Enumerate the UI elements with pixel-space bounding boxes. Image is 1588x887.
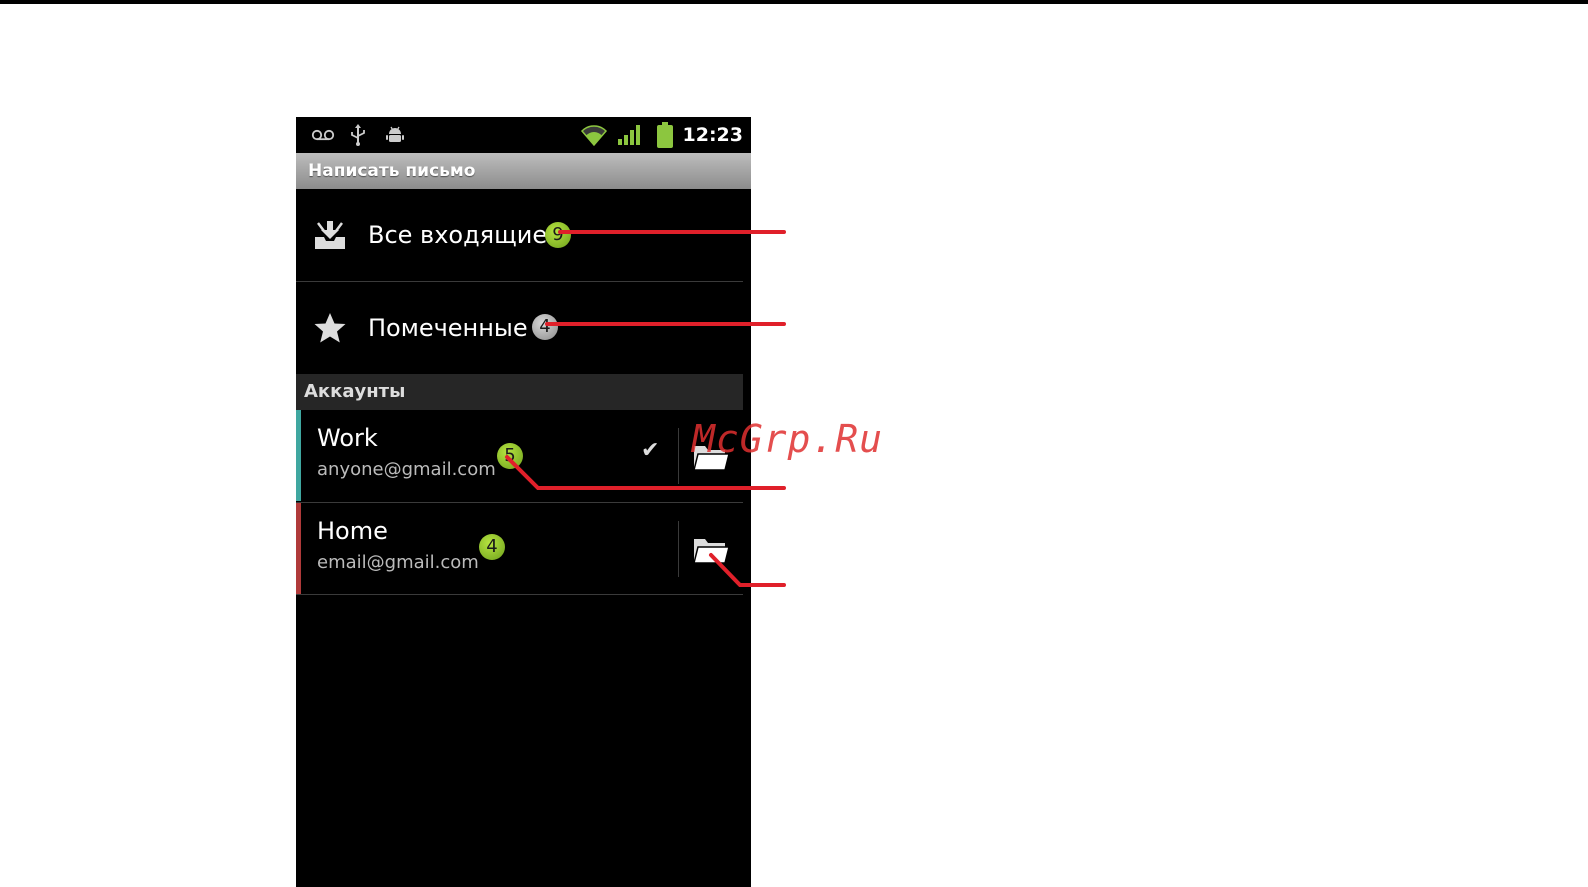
starred-count-badge: 4 <box>532 314 558 340</box>
inbox-icon <box>312 217 348 253</box>
account-row-home[interactable]: Home email@gmail.com 4 <box>296 503 743 594</box>
combined-inbox-label: Все входящие <box>368 221 548 249</box>
clock: 12:23 <box>682 124 743 146</box>
accounts-section-header: Аккаунты <box>296 374 743 410</box>
title-bar: Написать письмо <box>296 153 751 189</box>
account-email: anyone@gmail.com <box>317 459 496 480</box>
check-icon: ✔ <box>641 438 660 463</box>
accounts-header-label: Аккаунты <box>304 381 406 402</box>
separator <box>678 428 679 484</box>
wifi-icon <box>579 117 609 153</box>
android-debug-icon <box>384 117 406 153</box>
account-unread-badge: 4 <box>479 534 505 560</box>
watermark: McGrp.Ru <box>692 417 884 461</box>
phone-screen: 12:23 Написать письмо Все входящие 9 Пом… <box>296 117 751 887</box>
starred-label: Помеченные <box>368 314 528 342</box>
account-color-stripe <box>296 410 301 501</box>
page-title: Написать письмо <box>308 161 476 181</box>
account-row-work[interactable]: Work anyone@gmail.com 5 ✔ <box>296 410 743 501</box>
top-border <box>0 0 1588 4</box>
voicemail-icon <box>310 117 336 153</box>
divider <box>296 594 743 595</box>
folder-icon[interactable] <box>691 529 731 569</box>
separator <box>678 521 679 577</box>
account-name: Home <box>317 517 388 545</box>
account-color-stripe <box>296 503 301 594</box>
star-icon <box>312 310 348 346</box>
starred-row[interactable]: Помеченные 4 <box>296 282 743 374</box>
status-bar: 12:23 <box>296 117 751 153</box>
account-name: Work <box>317 424 378 452</box>
battery-icon <box>654 117 676 153</box>
account-email: email@gmail.com <box>317 552 479 573</box>
account-unread-badge: 5 <box>497 443 523 469</box>
usb-icon <box>348 117 368 153</box>
unread-count-badge: 9 <box>545 222 571 248</box>
signal-icon <box>616 117 642 153</box>
combined-inbox-row[interactable]: Все входящие 9 <box>296 189 743 281</box>
